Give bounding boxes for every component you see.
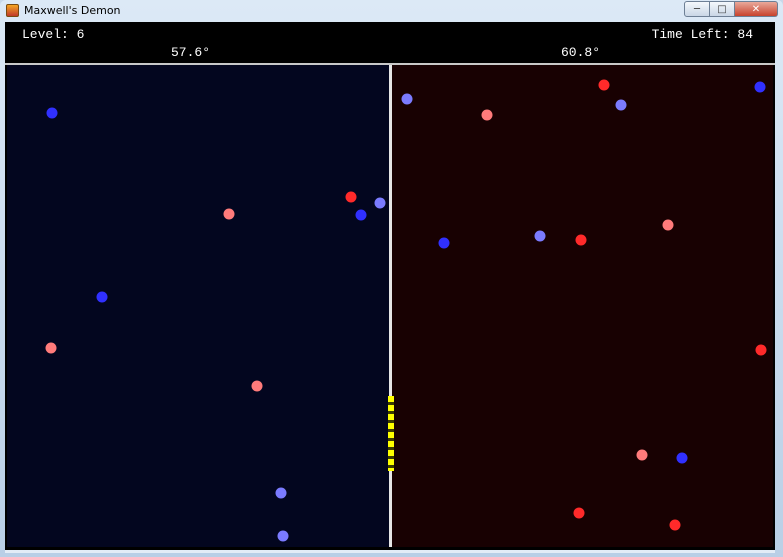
window-bottom-edge bbox=[5, 550, 775, 553]
game-client-area: Level: 6 Time Left: 84 57.6° 60.8° bbox=[5, 22, 775, 550]
divider-wall bbox=[389, 65, 392, 547]
right-particle-warm bbox=[636, 449, 648, 461]
right-particle-fast bbox=[755, 344, 767, 356]
window-controls: ─ □ ✕ bbox=[684, 1, 778, 18]
window-title: Maxwell's Demon bbox=[24, 4, 121, 17]
right-particle-fast bbox=[669, 519, 681, 531]
right-temperature: 60.8° bbox=[561, 45, 601, 60]
right-particle-slow bbox=[676, 452, 688, 464]
title-bar[interactable]: Maxwell's Demon ─ □ ✕ bbox=[0, 0, 783, 22]
left-particle-cool bbox=[277, 530, 289, 542]
right-particle-fast bbox=[575, 234, 587, 246]
left-particle-cool bbox=[374, 197, 386, 209]
left-temperature: 57.6° bbox=[171, 45, 211, 60]
minimize-icon: ─ bbox=[693, 3, 701, 15]
java-cup-icon bbox=[6, 4, 19, 17]
hud-bar: Level: 6 Time Left: 84 57.6° 60.8° bbox=[5, 22, 775, 65]
right-particle-cool bbox=[534, 230, 546, 242]
close-button[interactable]: ✕ bbox=[735, 1, 778, 17]
game-arena[interactable] bbox=[7, 65, 773, 547]
left-particle-slow bbox=[46, 107, 58, 119]
right-particle-warm bbox=[481, 109, 493, 121]
left-particle-fast bbox=[345, 191, 357, 203]
left-particle-cool bbox=[275, 487, 287, 499]
right-particle-slow bbox=[754, 81, 766, 93]
left-particle-slow bbox=[355, 209, 367, 221]
right-chamber bbox=[392, 65, 773, 547]
close-icon: ✕ bbox=[751, 3, 761, 15]
demon-door[interactable] bbox=[388, 396, 394, 471]
right-particle-cool bbox=[615, 99, 627, 111]
left-particle-warm bbox=[223, 208, 235, 220]
window-frame: Maxwell's Demon ─ □ ✕ Level: 6 Time Left… bbox=[0, 0, 783, 557]
minimize-button[interactable]: ─ bbox=[684, 1, 710, 17]
right-particle-fast bbox=[573, 507, 585, 519]
left-particle-slow bbox=[96, 291, 108, 303]
right-particle-cool bbox=[401, 93, 413, 105]
maximize-icon: □ bbox=[717, 3, 727, 15]
maximize-button[interactable]: □ bbox=[710, 1, 735, 17]
level-label: Level: 6 bbox=[22, 27, 85, 42]
left-particle-warm bbox=[251, 380, 263, 392]
left-particle-warm bbox=[45, 342, 57, 354]
right-particle-slow bbox=[438, 237, 450, 249]
time-left-label: Time Left: 84 bbox=[651, 27, 753, 42]
left-chamber bbox=[7, 65, 389, 547]
right-particle-fast bbox=[598, 79, 610, 91]
right-particle-warm bbox=[662, 219, 674, 231]
